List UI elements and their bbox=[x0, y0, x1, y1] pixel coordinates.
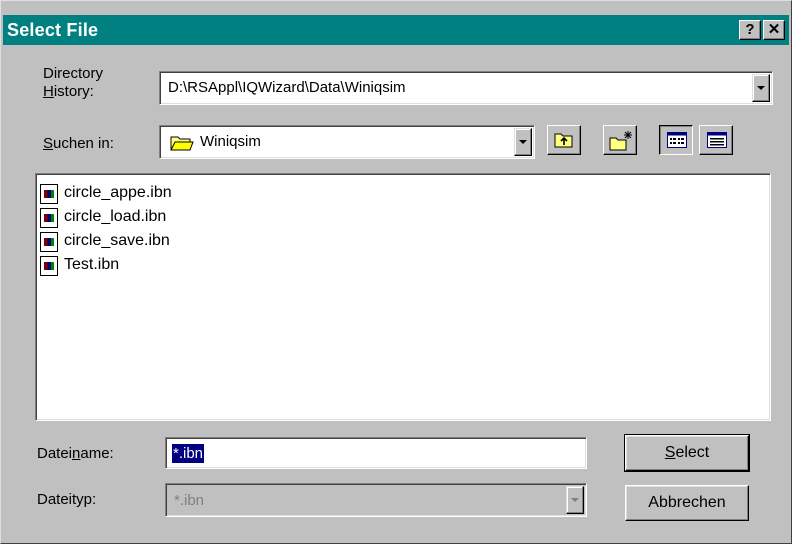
look-in-label: Suchen in: bbox=[43, 135, 114, 153]
file-icon bbox=[40, 208, 58, 228]
select-button[interactable]: Select bbox=[624, 434, 750, 472]
file-name: circle_appe.ibn bbox=[64, 184, 172, 201]
file-icon bbox=[40, 184, 58, 204]
directory-history-value: D:\RSAppl\IQWizard\Data\Winiqsim bbox=[168, 79, 406, 96]
help-button[interactable]: ? bbox=[739, 20, 761, 40]
directory-history-label-rest: istory: bbox=[53, 83, 94, 100]
look-in-dropdown-button[interactable] bbox=[514, 128, 532, 156]
folder-icon bbox=[170, 134, 194, 156]
directory-history-combo[interactable]: D:\RSAppl\IQWizard\Data\Winiqsim bbox=[159, 71, 773, 105]
file-name: circle_save.ibn bbox=[64, 232, 170, 249]
look-in-value: Winiqsim bbox=[200, 133, 261, 150]
directory-history-mnemonic: H bbox=[43, 83, 54, 100]
file-list[interactable]: circle_appe.ibn circle_load.ibn circle_s… bbox=[35, 173, 771, 421]
details-view-icon bbox=[707, 132, 727, 152]
details-view-button[interactable] bbox=[699, 125, 733, 155]
cancel-button[interactable]: Abbrechen bbox=[625, 485, 749, 521]
select-mnemonic: S bbox=[664, 444, 676, 461]
file-name: circle_load.ibn bbox=[64, 208, 167, 225]
look-in-mnemonic: S bbox=[43, 135, 54, 152]
directory-history-label-line2: History: bbox=[43, 83, 103, 101]
list-view-icon bbox=[667, 132, 687, 152]
look-in-combo[interactable]: Winiqsim bbox=[159, 125, 535, 159]
file-name-input[interactable]: *.ibn bbox=[165, 437, 587, 469]
file-icon bbox=[40, 256, 58, 276]
directory-history-label-line1: Directory bbox=[43, 65, 104, 82]
file-type-label: Dateityp: bbox=[37, 491, 97, 508]
close-button[interactable]: ✕ bbox=[763, 20, 785, 40]
file-name-value: *.ibn bbox=[172, 444, 205, 463]
file-name-label: Dateiname: bbox=[37, 445, 114, 463]
file-type-combo: *.ibn bbox=[165, 483, 587, 517]
file-name-label-post: ame: bbox=[80, 445, 114, 462]
window-title: Select File bbox=[7, 20, 99, 40]
new-folder-button[interactable] bbox=[603, 125, 637, 155]
file-name-label-pre: Datei bbox=[37, 445, 73, 462]
file-icon bbox=[40, 232, 58, 252]
directory-history-label: Directory History: bbox=[43, 65, 103, 101]
file-type-value: *.ibn bbox=[174, 492, 205, 509]
select-file-dialog: Select File ? ✕ Directory History: D:\RS… bbox=[0, 0, 792, 544]
title-bar[interactable]: Select File ? ✕ bbox=[3, 15, 789, 45]
list-view-button[interactable] bbox=[659, 125, 693, 155]
up-one-level-button[interactable] bbox=[547, 125, 581, 155]
directory-history-dropdown-button[interactable] bbox=[752, 74, 770, 102]
up-folder-icon bbox=[554, 131, 574, 153]
select-label-rest: elect bbox=[675, 444, 710, 461]
look-in-label-rest: uchen in: bbox=[53, 135, 114, 152]
file-name: Test.ibn bbox=[64, 256, 120, 273]
file-type-dropdown-button bbox=[566, 486, 584, 514]
new-folder-icon bbox=[609, 130, 633, 156]
